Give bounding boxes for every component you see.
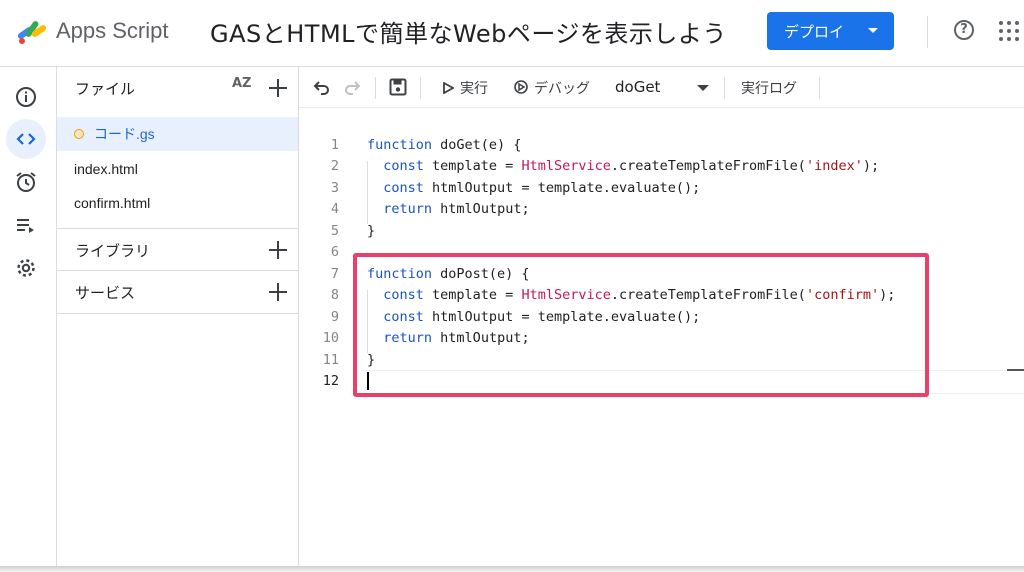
files-title: ファイル <box>75 80 136 98</box>
line-number: 6 <box>330 244 339 260</box>
add-library-icon[interactable] <box>269 241 287 259</box>
rail-settings[interactable] <box>6 248 46 288</box>
left-rail <box>0 67 57 567</box>
gear-icon <box>17 259 35 277</box>
divider <box>420 77 421 99</box>
line-number: 12 <box>322 373 339 389</box>
deploy-label: デプロイ <box>784 22 845 41</box>
rail-triggers[interactable] <box>6 162 46 202</box>
line-number: 10 <box>322 330 339 346</box>
code-line: 4 return htmlOutput; <box>299 201 1024 222</box>
deploy-button[interactable]: デプロイ <box>767 12 894 50</box>
sort-az-icon[interactable]: AZ <box>232 76 252 91</box>
info-icon <box>16 87 36 107</box>
files-panel: ファイル AZ コード.gs index.html confirm.html ラ… <box>57 67 299 567</box>
run-button[interactable]: 実行 <box>443 78 488 98</box>
unsaved-dot-icon <box>74 129 84 139</box>
code-icon <box>16 133 36 145</box>
help-icon[interactable]: ? <box>954 20 974 40</box>
add-service-icon[interactable] <box>269 283 287 301</box>
line-number: 11 <box>322 352 339 368</box>
file-item-index-html[interactable]: index.html <box>57 152 298 186</box>
execution-log-button[interactable]: 実行ログ <box>741 78 797 98</box>
services-section[interactable]: サービス <box>57 270 298 314</box>
line-number: 8 <box>330 287 339 303</box>
top-bar: Apps Script GASとHTMLで簡単なWebページを表示しよう デプロ… <box>0 0 1024 67</box>
debug-label: デバッグ <box>534 81 590 97</box>
code-text: const htmlOutput = template.evaluate(); <box>383 180 701 196</box>
code-text: const template = HtmlService.createTempl… <box>383 158 880 174</box>
services-label: サービス <box>75 284 136 302</box>
app-name: Apps Script <box>56 18 169 43</box>
file-item-code-gs[interactable]: コード.gs <box>57 117 298 151</box>
caret-down-icon[interactable] <box>697 85 709 91</box>
annotation-highlight-box <box>353 253 929 397</box>
code-line: 1 function doGet(e) { <box>299 137 1024 158</box>
editor-toolbar: 実行 デバッグ doGet 実行ログ <box>299 67 1024 108</box>
files-header: ファイル AZ <box>57 67 298 107</box>
run-label: 実行 <box>460 81 488 97</box>
line-number: 2 <box>330 158 339 174</box>
rail-overview[interactable] <box>6 77 46 117</box>
project-title[interactable]: GASとHTMLで簡単なWebページを表示しよう <box>210 14 727 49</box>
file-name: index.html <box>74 161 138 177</box>
rail-executions[interactable] <box>6 205 46 245</box>
line-number: 7 <box>330 266 339 282</box>
line-number: 1 <box>330 137 339 153</box>
divider <box>927 16 928 48</box>
divider <box>724 77 725 99</box>
debug-icon <box>514 80 528 94</box>
libraries-section[interactable]: ライブラリ <box>57 228 298 271</box>
code-line: 5 } <box>299 223 1024 244</box>
line-number: 9 <box>330 309 339 325</box>
line-number: 4 <box>330 201 339 217</box>
undo-icon[interactable] <box>313 79 331 95</box>
rail-editor[interactable] <box>6 119 46 159</box>
code-text: } <box>367 223 376 239</box>
debug-button[interactable]: デバッグ <box>513 78 590 98</box>
add-file-icon[interactable] <box>269 79 287 97</box>
line-number: 3 <box>330 180 339 196</box>
divider <box>375 77 376 99</box>
overview-ruler-mark <box>1007 369 1024 371</box>
play-icon <box>443 81 455 95</box>
line-number: 5 <box>330 223 339 239</box>
code-line: 3 const htmlOutput = template.evaluate()… <box>299 180 1024 201</box>
alarm-clock-icon <box>16 172 36 192</box>
file-item-confirm-html[interactable]: confirm.html <box>57 186 298 220</box>
save-icon[interactable] <box>389 78 407 96</box>
code-text: function doGet(e) { <box>367 137 522 153</box>
apps-script-window: Apps Script GASとHTMLで簡単なWebページを表示しよう デプロ… <box>0 0 1024 572</box>
code-text: return htmlOutput; <box>383 201 530 217</box>
file-name: コード.gs <box>94 126 155 142</box>
code-line: 2 const template = HtmlService.createTem… <box>299 158 1024 179</box>
playlist-icon <box>17 219 34 233</box>
redo-icon[interactable] <box>343 79 361 95</box>
function-select[interactable]: doGet <box>615 78 660 96</box>
divider <box>819 77 820 99</box>
bottom-edge <box>0 566 1024 572</box>
apps-grid-icon[interactable] <box>999 21 1019 41</box>
file-name: confirm.html <box>74 195 151 211</box>
libraries-label: ライブラリ <box>75 242 151 260</box>
caret-down-icon <box>868 28 878 33</box>
apps-script-logo[interactable] <box>14 16 50 46</box>
